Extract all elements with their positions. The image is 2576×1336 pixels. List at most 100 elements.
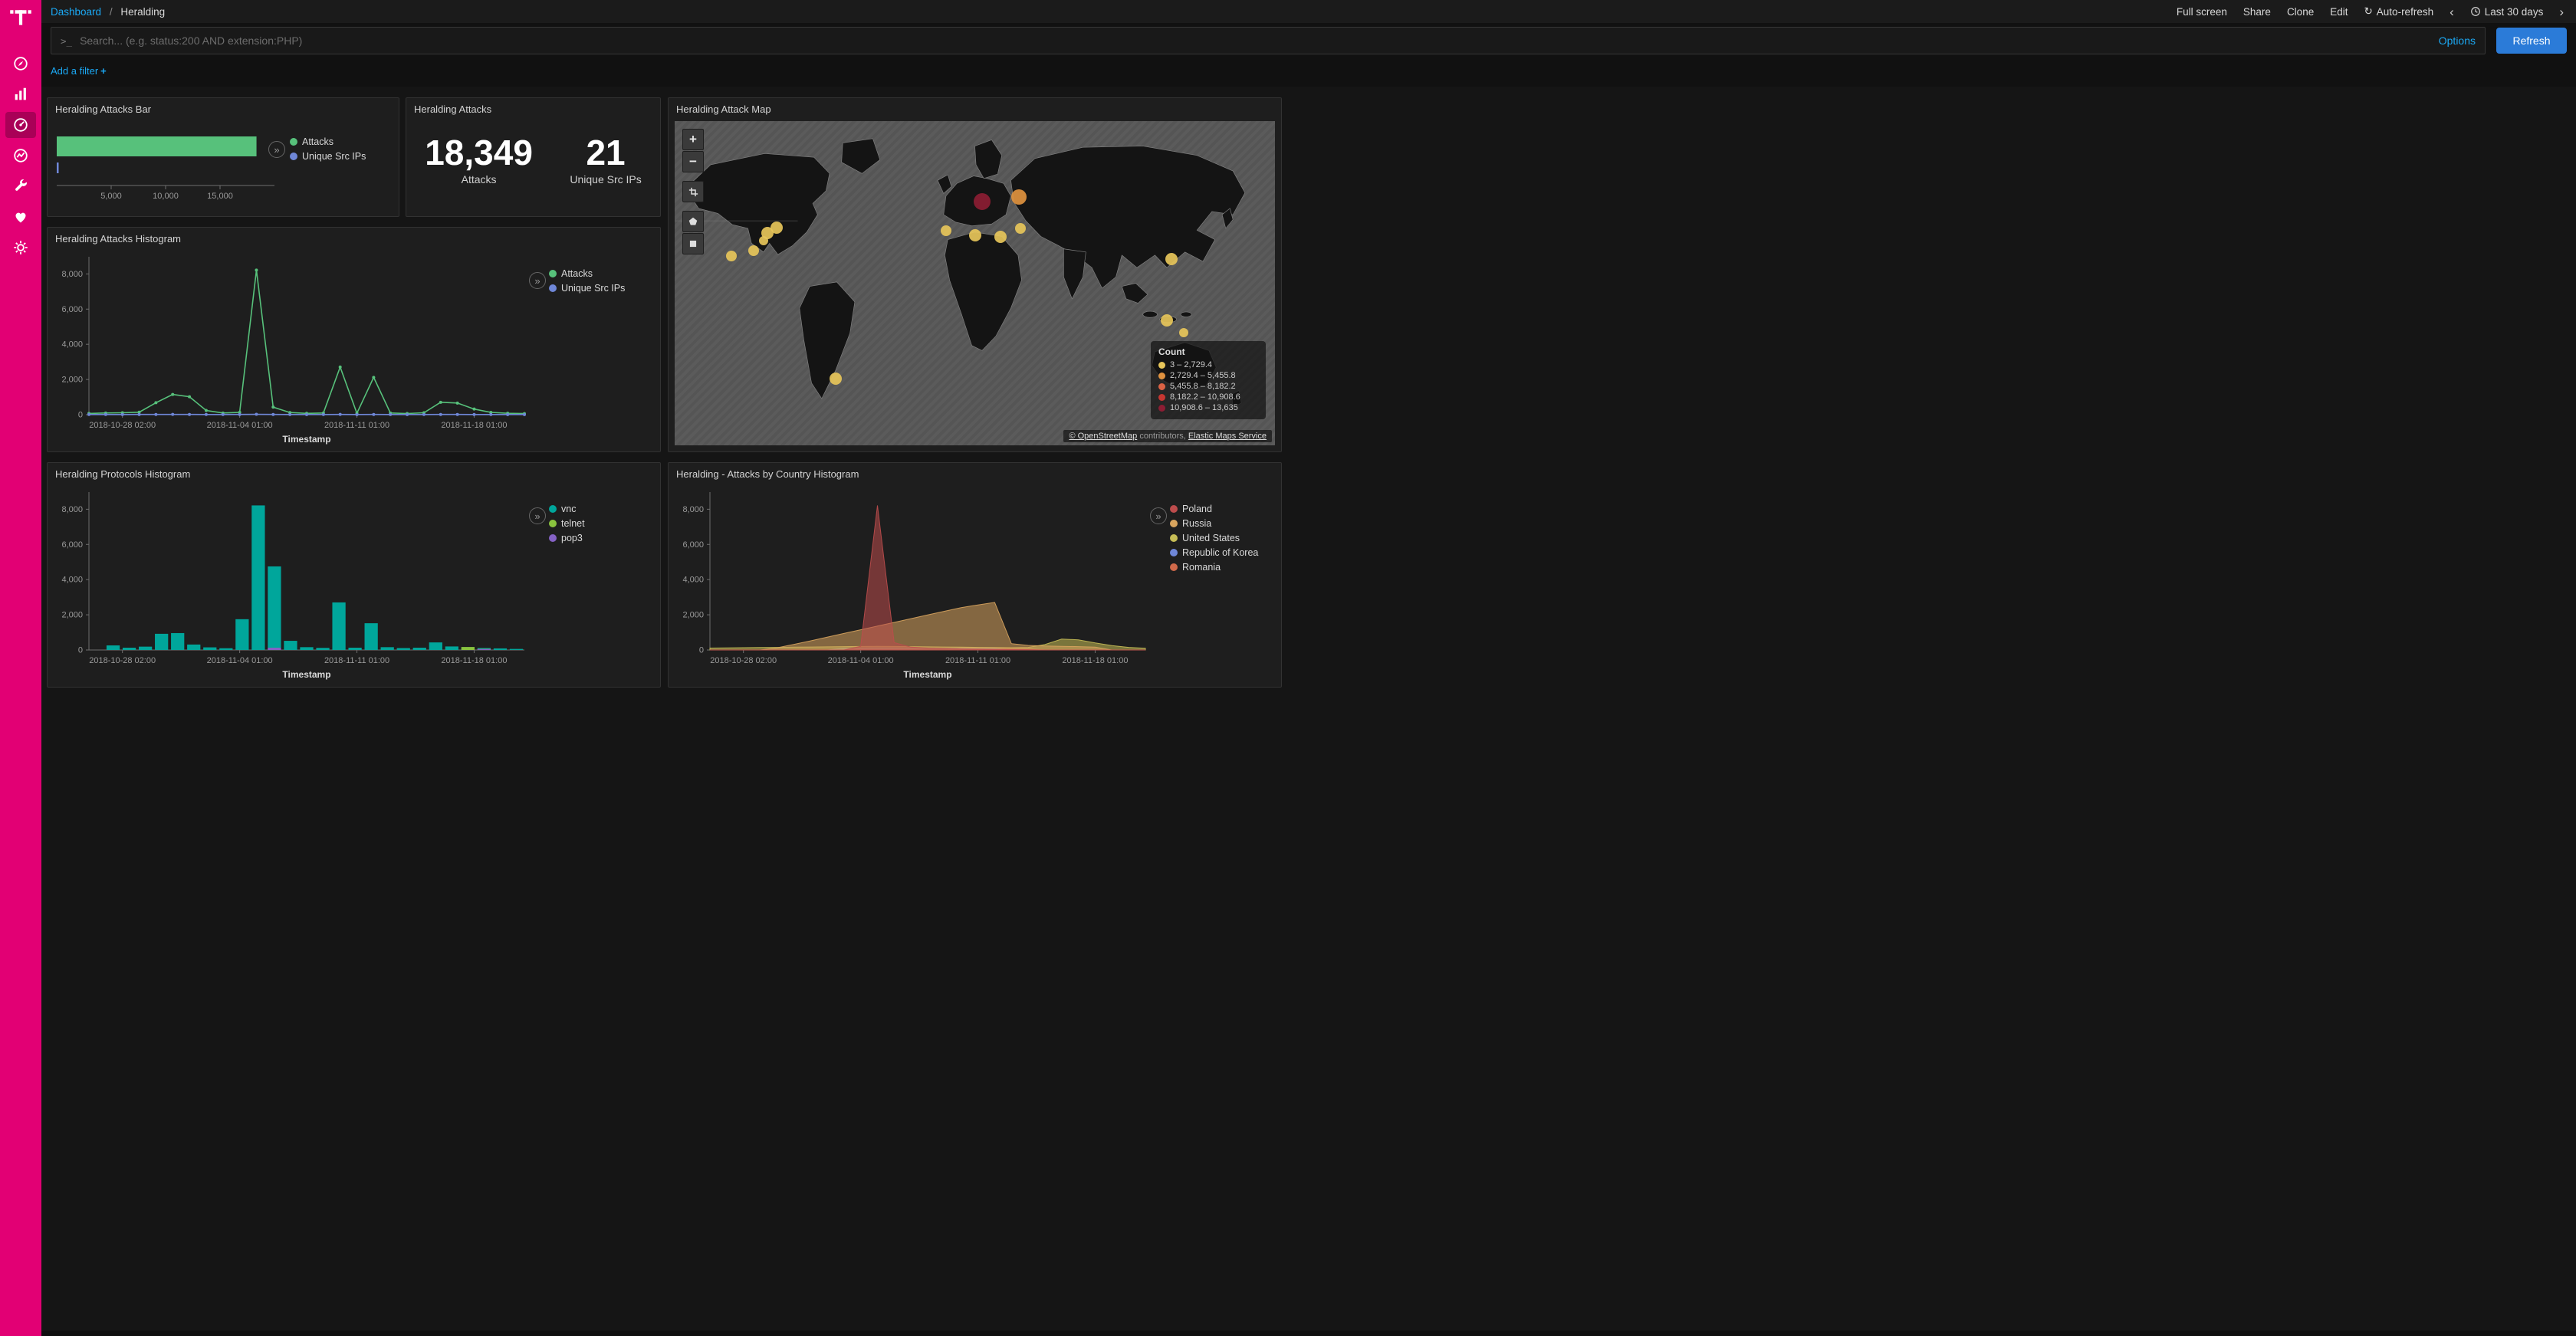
zoom-in-button[interactable]: +	[682, 129, 704, 150]
legend-item[interactable]: Unique Src IPs	[290, 151, 366, 162]
attack-location-marker[interactable]	[1015, 223, 1026, 234]
share-button[interactable]: Share	[2243, 6, 2271, 18]
zoom-out-button[interactable]: −	[682, 151, 704, 172]
attack-map-canvas[interactable]: + −	[675, 121, 1275, 445]
legend-item[interactable]: Attacks	[290, 136, 366, 147]
ems-link[interactable]: Elastic Maps Service	[1188, 432, 1267, 441]
svg-text:Timestamp: Timestamp	[282, 669, 330, 680]
refresh-cycle-icon: ↻	[2364, 5, 2372, 18]
map-legend-swatch-icon	[1158, 405, 1165, 412]
sidebar-item-monitoring[interactable]	[5, 204, 36, 230]
sidebar-item-devtools[interactable]	[5, 173, 36, 199]
terminal-prompt-icon: >_	[61, 35, 72, 47]
attack-location-marker[interactable]	[770, 222, 783, 234]
svg-text:8,000: 8,000	[61, 505, 83, 514]
time-range-label: Last 30 days	[2485, 6, 2544, 18]
attack-location-marker[interactable]	[1179, 328, 1188, 337]
attack-location-marker[interactable]	[974, 193, 991, 210]
map-legend-row: 3 – 2,729.4	[1158, 360, 1258, 369]
svg-text:2,000: 2,000	[682, 611, 704, 620]
osm-link[interactable]: © OpenStreetMap	[1069, 432, 1137, 441]
attack-location-marker[interactable]	[994, 231, 1007, 243]
panel-title: Heralding Attacks	[406, 98, 660, 117]
breadcrumb-current: Heralding	[120, 6, 165, 18]
attack-location-marker[interactable]	[1165, 253, 1178, 265]
legend-item[interactable]: Poland	[1170, 504, 1258, 514]
breadcrumb-dashboard-link[interactable]: Dashboard	[51, 6, 101, 18]
protocols-histogram-chart[interactable]: 02,0004,0006,0008,0002018-10-28 02:00201…	[54, 486, 529, 684]
legend-item[interactable]: United States	[1170, 533, 1258, 543]
add-filter-link[interactable]: Add a filter+	[51, 65, 107, 77]
legend-item[interactable]: Romania	[1170, 562, 1258, 573]
attack-location-marker[interactable]	[969, 229, 981, 241]
attack-location-marker[interactable]	[941, 225, 951, 236]
legend-label: Poland	[1182, 504, 1212, 514]
legend-item[interactable]: Republic of Korea	[1170, 547, 1258, 558]
svg-text:2018-11-18 01:00: 2018-11-18 01:00	[1062, 656, 1128, 665]
auto-refresh-button[interactable]: ↻ Auto-refresh	[2364, 5, 2433, 18]
legend-item[interactable]: Unique Src IPs	[549, 283, 625, 294]
legend-label: United States	[1182, 533, 1240, 543]
legend-item[interactable]: pop3	[549, 533, 585, 543]
attack-location-marker[interactable]	[748, 245, 759, 256]
attack-location-marker[interactable]	[1161, 314, 1173, 327]
telekom-logo-icon[interactable]	[9, 5, 32, 32]
gear-icon	[12, 239, 29, 256]
attack-location-marker[interactable]	[726, 251, 737, 261]
legend-item[interactable]: telnet	[549, 518, 585, 529]
panel-title: Heralding - Attacks by Country Histogram	[669, 463, 1281, 482]
clock-icon	[2470, 6, 2481, 17]
draw-polygon-button[interactable]	[682, 211, 704, 232]
attacks-value: 18,349	[425, 134, 533, 171]
attacks-label: Attacks	[425, 173, 533, 185]
legend-toggle-icon[interactable]: »	[268, 141, 285, 158]
legend-item[interactable]: vnc	[549, 504, 585, 514]
legend-item[interactable]: Russia	[1170, 518, 1258, 529]
sidebar-item-dashboard[interactable]	[5, 112, 36, 138]
topbar-actions: Full screen Share Clone Edit ↻ Auto-refr…	[2177, 5, 2564, 18]
legend-item[interactable]: Attacks	[549, 268, 625, 279]
unique-ips-metric: 21 Unique Src IPs	[570, 134, 641, 185]
edit-button[interactable]: Edit	[2330, 6, 2348, 18]
fit-data-bounds-button[interactable]	[682, 181, 704, 202]
options-link[interactable]: Options	[2439, 34, 2476, 47]
svg-text:2,000: 2,000	[61, 611, 83, 620]
map-controls: + −	[682, 129, 704, 255]
legend-toggle-icon[interactable]: »	[529, 272, 546, 289]
panel-title: Heralding Attacks Bar	[48, 98, 399, 117]
sidebar-item-management[interactable]	[5, 235, 36, 261]
tpot-kibana-app: Dashboard / Heralding Full screen Share …	[0, 0, 2576, 1331]
attack-location-marker[interactable]	[830, 373, 842, 385]
sidebar-item-timelion[interactable]	[5, 143, 36, 169]
refresh-button[interactable]: Refresh	[2496, 28, 2567, 54]
clone-button[interactable]: Clone	[2287, 6, 2314, 18]
sidebar-item-visualize[interactable]	[5, 81, 36, 107]
time-back-button[interactable]: ‹	[2450, 5, 2454, 18]
draw-rectangle-button[interactable]	[682, 233, 704, 254]
unique-ips-label: Unique Src IPs	[570, 173, 641, 185]
time-range-picker[interactable]: Last 30 days	[2470, 6, 2544, 18]
legend-label: telnet	[561, 518, 585, 529]
full-screen-button[interactable]: Full screen	[2177, 6, 2227, 18]
legend-label: Republic of Korea	[1182, 547, 1258, 558]
attack-location-marker[interactable]	[759, 236, 768, 245]
attacks-histogram-chart[interactable]: 02,0004,0006,0008,0002018-10-28 02:00201…	[54, 251, 529, 448]
bar-chart-icon	[12, 86, 29, 103]
panel-attack-map: Heralding Attack Map	[668, 97, 1282, 452]
map-legend-swatch-icon	[1158, 394, 1165, 401]
sidebar-item-discover[interactable]	[5, 51, 36, 77]
query-bar: >_ Search... (e.g. status:200 AND extens…	[41, 23, 2576, 58]
time-forward-button[interactable]: ›	[2559, 5, 2564, 18]
legend-toggle-icon[interactable]: »	[1150, 507, 1167, 524]
auto-refresh-label: Auto-refresh	[2377, 6, 2433, 18]
legend-swatch-icon	[549, 284, 557, 292]
attacks-bar-chart[interactable]: 5,00010,00015,000	[54, 121, 284, 212]
svg-text:2,000: 2,000	[61, 376, 83, 385]
svg-text:6,000: 6,000	[61, 305, 83, 314]
search-input[interactable]: >_ Search... (e.g. status:200 AND extens…	[51, 27, 2486, 54]
legend-toggle-icon[interactable]: »	[529, 507, 546, 524]
svg-text:2018-11-11 01:00: 2018-11-11 01:00	[324, 656, 389, 665]
attack-location-marker[interactable]	[1011, 189, 1027, 205]
country-histogram-chart[interactable]: 02,0004,0006,0008,0002018-10-28 02:00201…	[675, 486, 1150, 684]
panel-protocols-histogram: Heralding Protocols Histogram 02,0004,00…	[47, 462, 661, 688]
